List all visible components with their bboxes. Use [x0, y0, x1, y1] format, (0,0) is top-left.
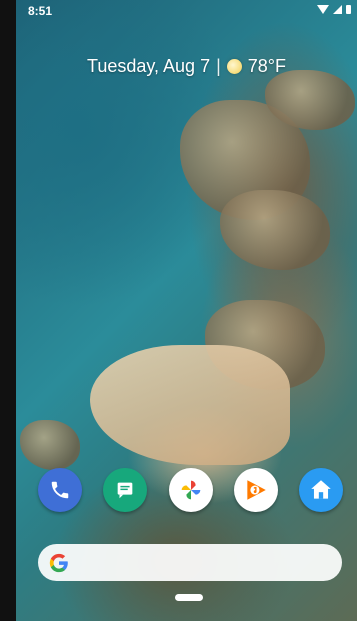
sunny-icon: [226, 59, 242, 74]
play-music-app-button[interactable]: [234, 468, 278, 512]
phone-app-button[interactable]: [38, 468, 82, 512]
home-app-icon: [311, 480, 331, 499]
google-search-bar[interactable]: [38, 544, 342, 581]
wallpaper-cliff: [220, 190, 330, 270]
photos-app-button[interactable]: [169, 468, 213, 512]
glance-date[interactable]: Tuesday, Aug 7: [87, 56, 210, 77]
wallpaper-beach: [90, 345, 290, 465]
google-icon: [49, 553, 68, 572]
phone-icon: [51, 481, 69, 499]
messages-icon: [117, 482, 133, 499]
home-pill[interactable]: [175, 594, 203, 601]
photos-icon: [181, 480, 201, 500]
home-screen: 8:51 Tuesday, Aug 7 | 78°F: [0, 0, 357, 621]
status-time: 8:51: [28, 4, 53, 18]
wifi-icon: [317, 5, 329, 14]
play-music-icon: [247, 480, 266, 500]
status-icons: [317, 5, 351, 14]
battery-icon: [346, 5, 351, 14]
at-a-glance-widget[interactable]: Tuesday, Aug 7 | 78°F: [16, 56, 357, 77]
glance-separator: |: [216, 56, 221, 76]
glance-temperature[interactable]: 78°F: [248, 56, 286, 77]
messages-app-button[interactable]: [103, 468, 147, 512]
signal-icon: [333, 5, 342, 14]
screen-edge: [0, 0, 16, 621]
home-app-button[interactable]: [299, 468, 343, 512]
status-bar: 8:51: [16, 0, 357, 24]
wallpaper-cliff: [20, 420, 80, 470]
app-dock: [16, 465, 357, 515]
